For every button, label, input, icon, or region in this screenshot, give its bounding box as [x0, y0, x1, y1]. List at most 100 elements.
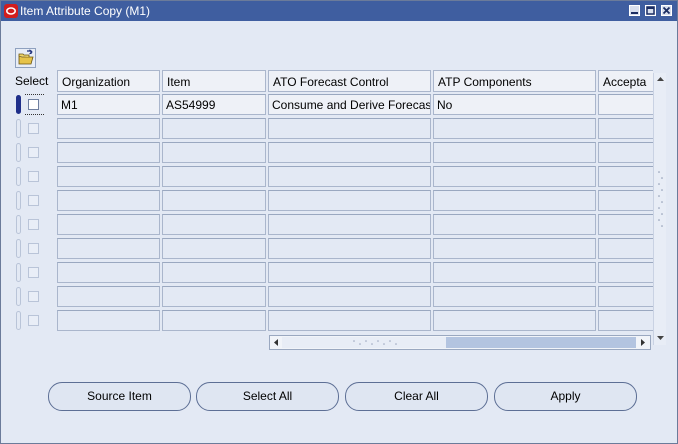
cell-ato-forecast-control[interactable]: [268, 118, 431, 139]
checkbox-focus-outline: [25, 94, 44, 115]
row-indicator[interactable]: [16, 95, 21, 114]
scroll-down-icon[interactable]: [655, 332, 666, 343]
cell-atp-components[interactable]: [433, 166, 596, 187]
row-indicator[interactable]: [16, 287, 21, 306]
horizontal-scroll-thumb[interactable]: [282, 337, 446, 348]
cell-acceptable[interactable]: [598, 94, 653, 115]
select-all-button[interactable]: Select All: [196, 382, 339, 411]
cell-organization[interactable]: [57, 118, 160, 139]
results-grid: Organization Item ATO Forecast Control A…: [57, 70, 653, 334]
cell-atp-components[interactable]: [433, 310, 596, 331]
cell-acceptable[interactable]: [598, 118, 653, 139]
horizontal-scroll-track[interactable]: [446, 337, 636, 348]
cell-ato-forecast-control[interactable]: [268, 238, 431, 259]
cell-atp-components[interactable]: [433, 262, 596, 283]
scroll-left-icon[interactable]: [271, 337, 281, 348]
row-indicator[interactable]: [16, 119, 21, 138]
row-indicator[interactable]: [16, 311, 21, 330]
cell-item[interactable]: [162, 190, 266, 211]
row-select-checkbox[interactable]: [28, 291, 39, 302]
source-item-label: Source Item: [87, 389, 152, 403]
row-indicator[interactable]: [16, 191, 21, 210]
cell-atp-components[interactable]: [433, 238, 596, 259]
cell-organization[interactable]: [57, 286, 160, 307]
open-folder-button[interactable]: [15, 48, 36, 68]
cell-atp-components[interactable]: [433, 190, 596, 211]
cell-acceptable[interactable]: [598, 262, 653, 283]
cell-ato-forecast-control[interactable]: Consume and Derive Forecast: [268, 94, 431, 115]
scroll-up-icon[interactable]: [655, 74, 666, 85]
row-select-checkbox[interactable]: [28, 123, 39, 134]
row-select-checkbox[interactable]: [28, 195, 39, 206]
cell-atp-components[interactable]: [433, 214, 596, 235]
column-header-acceptable: Accepta: [598, 70, 653, 92]
cell-item[interactable]: [162, 310, 266, 331]
row-indicator[interactable]: [16, 239, 21, 258]
cell-acceptable[interactable]: [598, 214, 653, 235]
cell-organization[interactable]: [57, 214, 160, 235]
column-header-item: Item: [162, 70, 266, 92]
row-select-checkbox[interactable]: [28, 267, 39, 278]
vertical-scrollbar[interactable]: [653, 73, 666, 345]
cell-item[interactable]: [162, 166, 266, 187]
select-all-label: Select All: [242, 389, 293, 403]
select-column-label: Select: [15, 74, 49, 88]
cell-item[interactable]: AS54999: [162, 94, 266, 115]
cell-atp-components[interactable]: No: [433, 94, 596, 115]
close-icon: [662, 6, 671, 15]
cell-item[interactable]: [162, 118, 266, 139]
oracle-icon: [4, 4, 18, 18]
row-select-checkbox[interactable]: [28, 171, 39, 182]
row-select-checkbox[interactable]: [28, 243, 39, 254]
close-button[interactable]: [661, 5, 672, 16]
cell-atp-components[interactable]: [433, 118, 596, 139]
cell-atp-components[interactable]: [433, 286, 596, 307]
cell-item[interactable]: [162, 214, 266, 235]
cell-acceptable[interactable]: [598, 166, 653, 187]
cell-organization[interactable]: [57, 166, 160, 187]
cell-ato-forecast-control[interactable]: [268, 190, 431, 211]
item-attribute-copy-window: Item Attribute Copy (M1) Select Organiza…: [0, 0, 678, 444]
scroll-right-icon[interactable]: [638, 337, 648, 348]
column-header-ato-forecast-control: ATO Forecast Control: [268, 70, 431, 92]
cell-ato-forecast-control[interactable]: [268, 214, 431, 235]
clear-all-button[interactable]: Clear All: [345, 382, 488, 411]
row-indicator[interactable]: [16, 263, 21, 282]
row-select-checkbox[interactable]: [28, 147, 39, 158]
cell-organization[interactable]: [57, 262, 160, 283]
row-indicator[interactable]: [16, 167, 21, 186]
cell-ato-forecast-control[interactable]: [268, 166, 431, 187]
apply-button[interactable]: Apply: [494, 382, 637, 411]
cell-acceptable[interactable]: [598, 286, 653, 307]
cell-acceptable[interactable]: [598, 238, 653, 259]
cell-acceptable[interactable]: [598, 310, 653, 331]
row-select-checkbox[interactable]: [28, 315, 39, 326]
cell-ato-forecast-control[interactable]: [268, 310, 431, 331]
cell-item[interactable]: [162, 286, 266, 307]
horizontal-scrollbar[interactable]: [269, 335, 651, 350]
cell-item[interactable]: [162, 142, 266, 163]
cell-organization[interactable]: [57, 238, 160, 259]
cell-ato-forecast-control[interactable]: [268, 262, 431, 283]
cell-acceptable[interactable]: [598, 142, 653, 163]
row-indicator[interactable]: [16, 215, 21, 234]
cell-organization[interactable]: [57, 310, 160, 331]
title-bar[interactable]: Item Attribute Copy (M1): [1, 1, 677, 21]
source-item-button[interactable]: Source Item: [48, 382, 191, 411]
cell-organization[interactable]: M1: [57, 94, 160, 115]
maximize-button[interactable]: [645, 5, 656, 16]
cell-acceptable[interactable]: [598, 190, 653, 211]
window-title: Item Attribute Copy (M1): [20, 4, 151, 18]
cell-ato-forecast-control[interactable]: [268, 142, 431, 163]
cell-item[interactable]: [162, 262, 266, 283]
cell-organization[interactable]: [57, 190, 160, 211]
cell-organization[interactable]: [57, 142, 160, 163]
cell-atp-components[interactable]: [433, 142, 596, 163]
cell-item[interactable]: [162, 238, 266, 259]
cell-ato-forecast-control[interactable]: [268, 286, 431, 307]
open-folder-icon: [18, 49, 34, 65]
row-select-checkbox[interactable]: [28, 219, 39, 230]
scroll-grip-icon: [353, 340, 397, 345]
minimize-button[interactable]: [629, 5, 640, 16]
row-indicator[interactable]: [16, 143, 21, 162]
